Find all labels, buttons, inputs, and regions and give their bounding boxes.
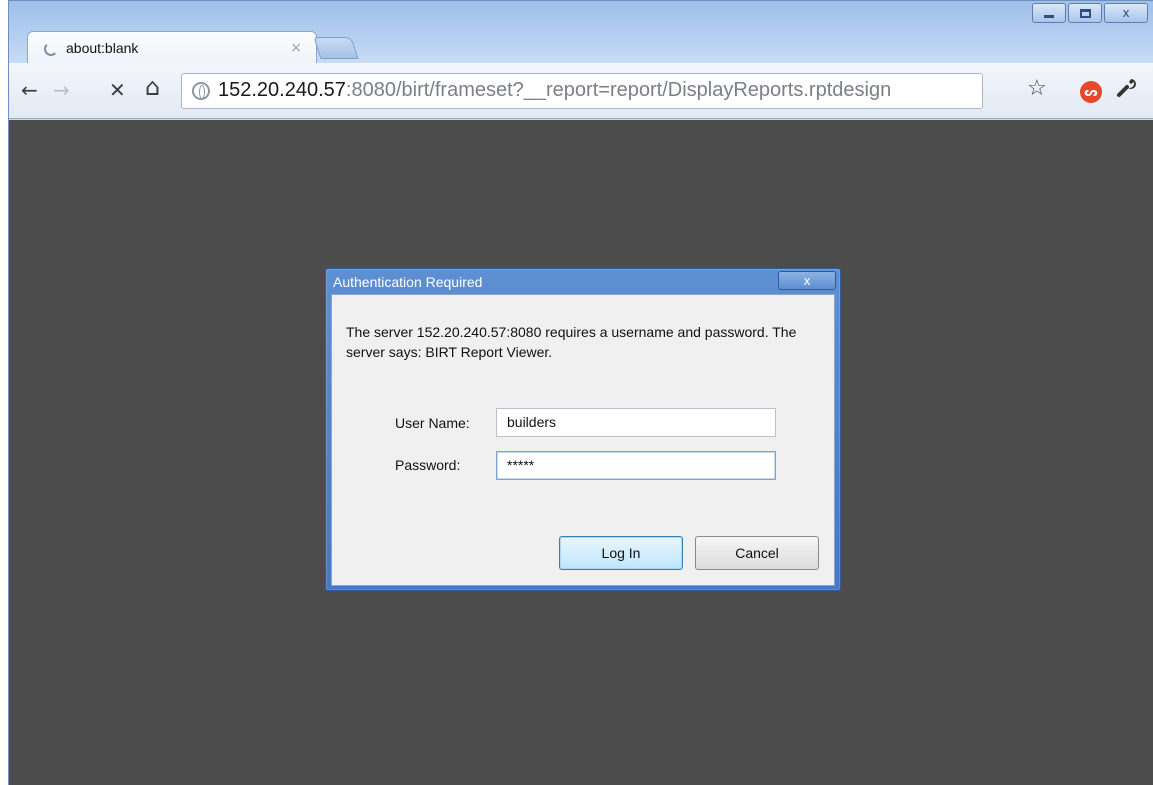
loading-spinner-icon [44,42,58,56]
window-controls: x [1032,3,1148,23]
address-bar[interactable]: 152.20.240.57:8080/birt/frameset?__repor… [181,73,983,109]
minimize-button[interactable] [1032,3,1066,23]
stop-icon[interactable]: ✕ [109,79,126,101]
home-icon[interactable]: ⌂ [145,75,160,99]
maximize-button[interactable] [1068,3,1102,23]
extension-glyph: ᔕ [1084,85,1098,99]
wrench-menu-icon[interactable] [1115,77,1137,105]
dialog-title: Authentication Required [333,274,483,290]
login-button[interactable]: Log In [559,536,683,570]
url-host: 152.20.240.57 [218,79,346,101]
tab-close-icon[interactable]: × [290,40,302,56]
extension-icon[interactable]: ᔕ [1080,81,1102,103]
minimize-icon [1044,14,1054,18]
password-label: Password: [395,457,461,473]
auth-dialog: Authentication Required x The server 152… [325,268,841,591]
new-tab-button[interactable] [313,37,359,59]
url-path: :8080/birt/frameset?__report=report/Disp… [345,79,892,101]
back-arrow-icon[interactable]: ← [21,79,38,101]
username-input[interactable]: builders [496,408,776,437]
tab-about-blank[interactable]: about:blank × [27,31,317,64]
globe-icon [192,82,210,100]
dialog-message: The server 152.20.240.57:8080 requires a… [346,324,797,360]
bookmark-star-icon[interactable]: ☆ [1027,76,1047,101]
window-close-button[interactable]: x [1104,3,1148,23]
cancel-button-label: Cancel [735,545,779,561]
browser-toolbar: ← → ✕ ⌂ 152.20.240.57:8080/birt/frameset… [9,63,1153,119]
close-icon: x [803,273,811,288]
maximize-icon [1079,8,1091,18]
cancel-button[interactable]: Cancel [695,536,819,570]
password-input[interactable]: ***** [496,451,776,480]
dialog-close-button[interactable]: x [778,271,836,290]
close-icon: x [1122,6,1130,20]
forward-arrow-icon[interactable]: → [53,79,70,101]
username-label: User Name: [395,415,470,431]
tab-title: about:blank [66,40,139,56]
login-button-label: Log In [601,545,641,561]
url-text: 152.20.240.57:8080/birt/frameset?__repor… [218,79,891,102]
dialog-body: The server 152.20.240.57:8080 requires a… [331,294,835,586]
